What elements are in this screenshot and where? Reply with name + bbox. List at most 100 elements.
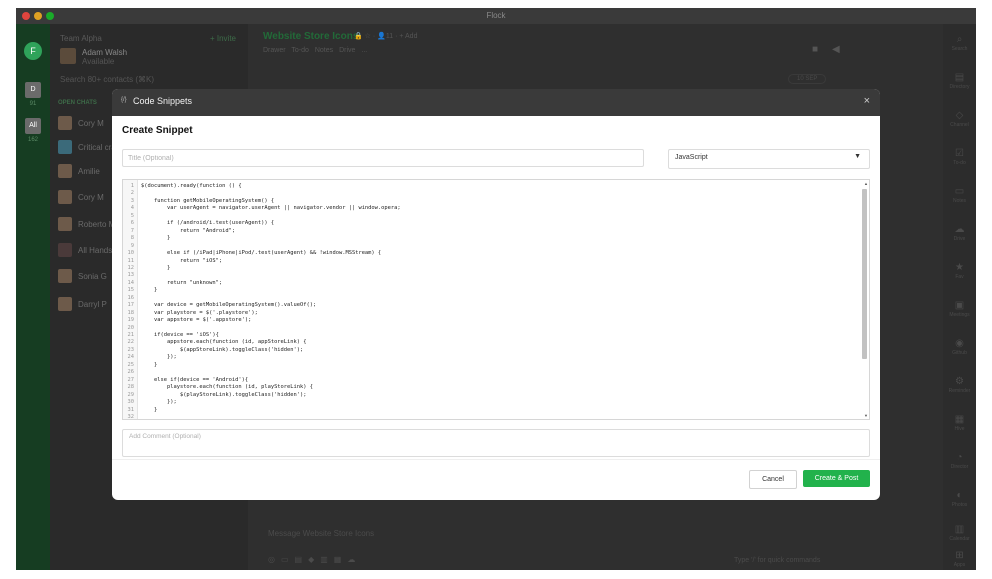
tab-drawer[interactable]: Drawer bbox=[263, 47, 286, 54]
app-director[interactable]: ◔ Director bbox=[943, 452, 976, 470]
app-todo[interactable]: ☑ To-do bbox=[943, 148, 976, 166]
gear-icon: ⚙ bbox=[955, 376, 964, 387]
close-icon[interactable]: × bbox=[864, 95, 870, 107]
avatar bbox=[58, 269, 72, 283]
avatar bbox=[58, 164, 72, 178]
chat-name: Cory M bbox=[78, 193, 104, 202]
clock-icon: ◔ bbox=[956, 452, 963, 463]
grid-icon: ⊞ bbox=[955, 550, 964, 561]
create-snippet-title: Create Snippet bbox=[122, 125, 193, 136]
team-name[interactable]: Team Alpha bbox=[60, 34, 102, 43]
editor-scrollbar[interactable] bbox=[862, 189, 867, 359]
modal-header-title: Code Snippets bbox=[133, 96, 193, 106]
app-label: Search bbox=[951, 46, 968, 52]
app-github[interactable]: ◉ Github bbox=[943, 338, 976, 356]
github-icon: ◉ bbox=[955, 338, 964, 349]
minimize-window-button[interactable] bbox=[34, 12, 42, 20]
app-label: Photos bbox=[951, 502, 968, 508]
window-titlebar: Flock bbox=[16, 8, 976, 24]
avatar bbox=[58, 116, 72, 130]
app-channel[interactable]: ◇ Channel bbox=[943, 110, 976, 128]
chat-name: Cory M bbox=[78, 119, 104, 128]
avatar bbox=[58, 243, 72, 257]
tab-more[interactable]: ... bbox=[361, 47, 367, 54]
checkbox-icon: ☑ bbox=[955, 148, 964, 159]
app-search[interactable]: ⌕ Search bbox=[943, 34, 976, 52]
hive-icon: ▦ bbox=[954, 414, 965, 425]
app-label: Director bbox=[950, 464, 969, 470]
open-chats-heading: OPEN CHATS bbox=[58, 100, 97, 106]
tab-drive[interactable]: Drive bbox=[339, 47, 355, 54]
scroll-down-icon[interactable]: ▼ bbox=[864, 413, 868, 418]
code-line: $(document).ready(function () { bbox=[141, 183, 242, 189]
team-switch-d[interactable]: D bbox=[25, 82, 41, 98]
app-label: Reminder bbox=[948, 388, 971, 394]
scroll-up-icon[interactable]: ▲ bbox=[864, 181, 868, 186]
team-all-count: 162 bbox=[27, 137, 38, 143]
app-reminder[interactable]: ⚙ Reminder bbox=[943, 376, 976, 394]
avatar bbox=[58, 190, 72, 204]
app-fav[interactable]: ★ Fav bbox=[943, 262, 976, 280]
tab-todo[interactable]: To-do bbox=[291, 47, 309, 54]
message-input[interactable]: Message Website Store Icons bbox=[268, 529, 374, 538]
create-and-post-button[interactable]: Create & Post bbox=[803, 470, 870, 487]
app-directory[interactable]: ▤ Directory bbox=[943, 72, 976, 90]
app-label: Channel bbox=[950, 122, 969, 128]
meetings-icon: ▣ bbox=[954, 300, 965, 311]
user-avatar[interactable] bbox=[60, 48, 76, 64]
star-icon: ★ bbox=[955, 262, 964, 273]
cancel-button[interactable]: Cancel bbox=[749, 470, 797, 489]
channel-icon: ◇ bbox=[955, 110, 964, 121]
chat-name: Roberto M bbox=[78, 220, 116, 229]
chat-name: All Hands bbox=[78, 246, 113, 255]
window-title: Flock bbox=[486, 11, 506, 20]
chat-name: Darryl P bbox=[78, 300, 107, 309]
team-switch-all[interactable]: All bbox=[25, 118, 41, 134]
channel-title[interactable]: Website Store Icons bbox=[263, 31, 358, 42]
team-d-count: 91 bbox=[29, 101, 37, 107]
video-call-icon[interactable]: ■ bbox=[812, 44, 818, 55]
code-line: var userAgent = navigator.userAgent || n… bbox=[141, 205, 401, 212]
invite-button[interactable]: + Invite bbox=[210, 34, 236, 43]
calendar-icon: ▥ bbox=[954, 524, 965, 535]
snippet-title-input[interactable] bbox=[122, 149, 644, 167]
code-icon: {/} bbox=[121, 97, 127, 103]
app-notes[interactable]: ▭ Notes bbox=[943, 186, 976, 204]
maximize-window-button[interactable] bbox=[46, 12, 54, 20]
channel-tabs: Drawer To-do Notes Drive ... bbox=[263, 47, 367, 54]
app-bar: ⌕ Search ▤ Directory ◇ Channel ☑ To-do ▭ Note… bbox=[943, 24, 976, 570]
code-snippet-modal: {/} Code Snippets × Create Snippet JavaS… bbox=[112, 89, 880, 500]
team-rail: F D 91 All 162 bbox=[16, 24, 50, 570]
app-drive[interactable]: ☁ Drive bbox=[943, 224, 976, 242]
line-number: 32 bbox=[127, 413, 135, 420]
user-name: Adam Walsh bbox=[82, 48, 128, 57]
app-calendar[interactable]: ▥ Calendar bbox=[943, 524, 976, 542]
close-window-button[interactable] bbox=[22, 12, 30, 20]
app-photos[interactable]: ◐ Photos bbox=[943, 490, 976, 508]
app-apps[interactable]: ⊞ Apps bbox=[943, 550, 976, 568]
app-meetings[interactable]: ▣ Meetings bbox=[943, 300, 976, 318]
code-line: } bbox=[141, 287, 158, 294]
flock-logo[interactable]: F bbox=[24, 42, 42, 60]
code-line: } bbox=[141, 406, 158, 413]
modal-header: {/} Code Snippets × bbox=[112, 89, 880, 116]
audio-call-icon[interactable]: ◀ bbox=[832, 44, 840, 55]
app-label: Notes bbox=[952, 198, 967, 204]
avatar bbox=[58, 140, 72, 154]
tab-notes[interactable]: Notes bbox=[315, 47, 333, 54]
language-value: JavaScript bbox=[675, 154, 708, 161]
channel-meta[interactable]: 🔒 ☆ · 👤11 · + Add bbox=[354, 32, 417, 40]
search-icon: ⌕ bbox=[956, 34, 963, 45]
app-label: Directory bbox=[949, 84, 970, 90]
app-label: Fav bbox=[955, 274, 964, 280]
contacts-search-input[interactable]: Search 80+ contacts (⌘K) bbox=[60, 75, 154, 84]
notes-icon: ▭ bbox=[954, 186, 965, 197]
snippet-comment-input[interactable] bbox=[122, 429, 870, 457]
app-label: Github bbox=[952, 350, 967, 356]
language-select[interactable]: JavaScript ▼ bbox=[668, 149, 870, 169]
app-hive[interactable]: ▦ Hive bbox=[943, 414, 976, 432]
compose-toolbar[interactable]: ◎▭▤◆▥▦☁ bbox=[268, 555, 361, 564]
code-line: } bbox=[141, 361, 158, 368]
code-editor[interactable]: 1 $(document).ready(function () {2 3 funct… bbox=[122, 179, 870, 420]
quick-command-hint: Type '/' for quick commands bbox=[734, 557, 821, 564]
